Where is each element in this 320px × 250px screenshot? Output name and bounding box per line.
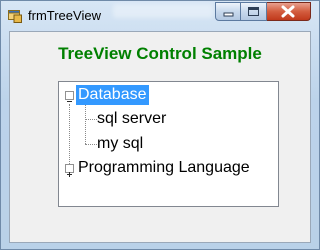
tree-node-sql-server[interactable]: sql server <box>95 109 168 129</box>
minimize-icon <box>223 12 234 17</box>
maximize-button[interactable] <box>241 2 267 21</box>
heading-label: TreeView Control Sample <box>58 44 262 63</box>
title-bar[interactable]: frmTreeView <box>1 1 319 31</box>
tree-node-programming-language[interactable]: Programming Language <box>76 158 252 178</box>
maximize-icon <box>248 7 259 16</box>
tree-line <box>85 104 86 144</box>
main-window: frmTreeView TreeView Control Sample Data… <box>0 0 320 250</box>
expand-toggle[interactable] <box>65 164 74 177</box>
collapse-toggle[interactable] <box>65 91 74 102</box>
tree-node-database[interactable]: Database <box>76 85 149 105</box>
close-icon <box>281 5 295 18</box>
form-client-area: TreeView Control Sample Database sql ser… <box>9 31 311 243</box>
app-form-icon[interactable] <box>8 9 22 23</box>
minus-box-icon <box>67 101 72 102</box>
plus-box-icon <box>67 172 72 177</box>
titlebar-blur <box>113 4 213 18</box>
tree-view[interactable]: Database sql server my sql Programming L… <box>58 81 279 207</box>
tree-node-my-sql[interactable]: my sql <box>95 134 145 154</box>
window-controls <box>215 2 311 22</box>
window-title: frmTreeView <box>28 8 101 23</box>
minimize-button[interactable] <box>215 2 241 21</box>
tree-line <box>69 104 70 168</box>
close-button[interactable] <box>267 2 311 21</box>
